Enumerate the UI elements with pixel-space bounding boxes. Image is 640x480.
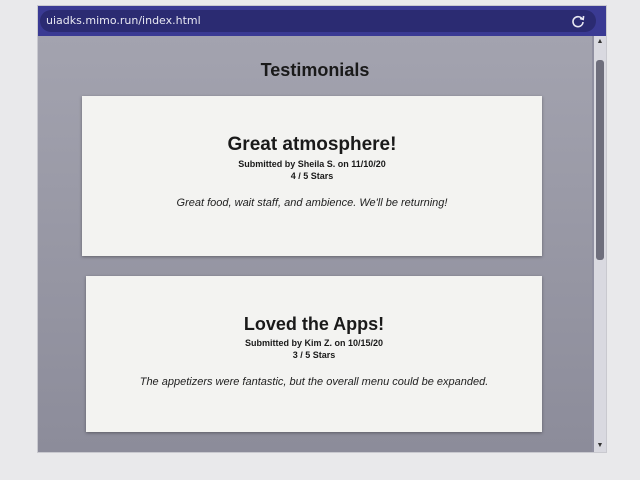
testimonial-title: Loved the Apps!	[243, 314, 385, 334]
scroll-down-arrow-icon[interactable]: ▼	[594, 440, 606, 452]
testimonial-rating: 3 / 5 Stars	[292, 350, 336, 360]
url-text[interactable]: uiadks.mimo.run/index.html	[46, 14, 201, 27]
address-bar[interactable]: uiadks.mimo.run/index.html	[40, 10, 596, 32]
reload-icon[interactable]	[570, 13, 586, 29]
testimonial-card: Great atmosphere! Submitted by Sheila S.…	[82, 96, 542, 256]
vertical-scrollbar[interactable]: ▲ ▼	[594, 36, 606, 452]
page-title: Testimonials	[260, 60, 370, 80]
testimonial-body: Great food, wait staff, and ambience. We…	[176, 197, 448, 209]
scroll-up-arrow-icon[interactable]: ▲	[594, 36, 606, 48]
testimonial-meta: Submitted by Kim Z. on 10/15/20	[244, 338, 384, 348]
browser-window: uiadks.mimo.run/index.html Testimonials …	[38, 6, 606, 452]
testimonial-card: Loved the Apps! Submitted by Kim Z. on 1…	[86, 276, 542, 432]
scroll-thumb[interactable]	[596, 60, 604, 260]
testimonial-rating: 4 / 5 Stars	[290, 171, 334, 181]
testimonial-meta: Submitted by Sheila S. on 11/10/20	[238, 159, 386, 169]
address-bar-container: uiadks.mimo.run/index.html	[38, 6, 606, 36]
testimonial-title: Great atmosphere!	[227, 134, 397, 155]
testimonial-body: The appetizers were fantastic, but the o…	[139, 376, 489, 388]
page-content: Testimonials Great atmosphere! Submitted…	[38, 36, 592, 452]
